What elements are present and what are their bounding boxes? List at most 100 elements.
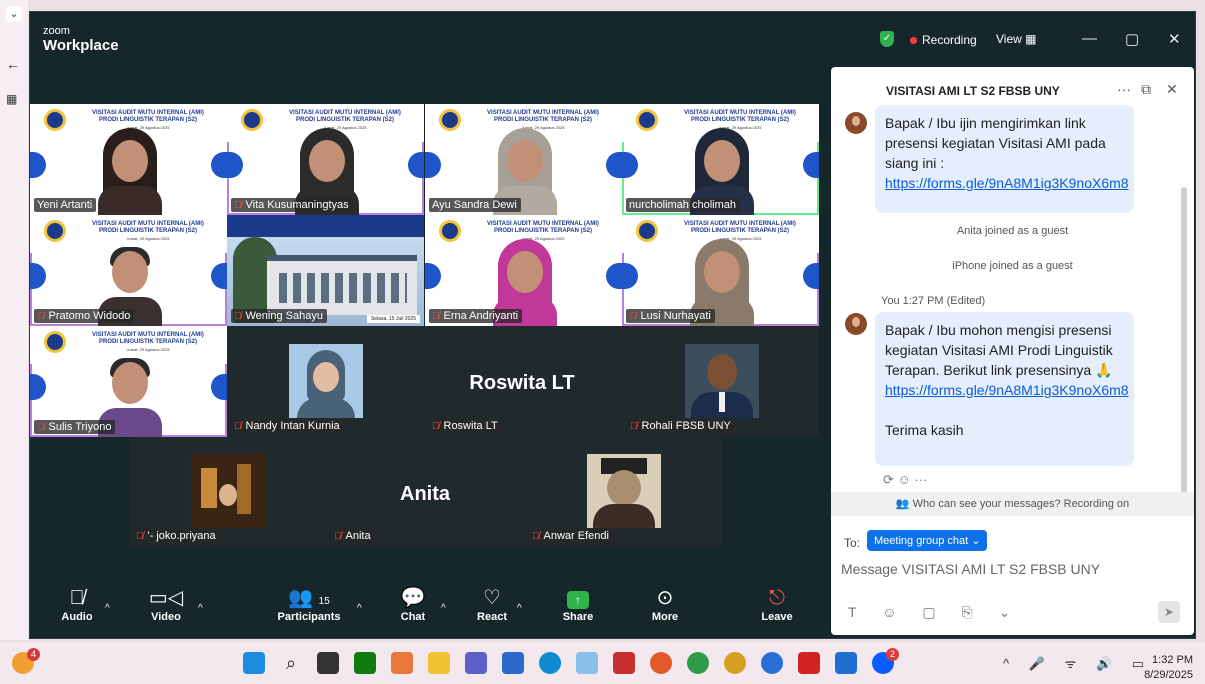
video-tile[interactable]: VISITASI AUDIT MUTU INTERNAL (AMI) PRODI … xyxy=(425,215,622,326)
chrome-icon[interactable] xyxy=(724,652,746,674)
banner-line2: PRODI LINGUISTIK TERAPAN (S2) xyxy=(494,117,592,123)
teams-icon[interactable] xyxy=(465,652,487,674)
chat-message[interactable]: Bapak / Ibu mohon mengisi presensi kegia… xyxy=(875,312,1134,466)
recording-indicator[interactable]: Recording xyxy=(910,33,977,47)
view-button[interactable]: View ▦ xyxy=(996,32,1036,46)
audio-caret-icon[interactable]: ^ xyxy=(105,603,110,614)
camera-icon: ▭◁ xyxy=(148,587,184,609)
react-caret-icon[interactable]: ^ xyxy=(517,603,522,614)
participants-button[interactable]: 👥 15 Participants xyxy=(273,585,345,623)
university-seal-icon xyxy=(636,220,658,242)
chrome-icon[interactable] xyxy=(687,652,709,674)
participants-caret-icon[interactable]: ^ xyxy=(357,603,362,614)
muted-mic-icon: 🎙̸ xyxy=(234,311,242,322)
xbox-icon[interactable] xyxy=(354,652,376,674)
to-label: To: xyxy=(844,536,861,550)
muted-mic-icon: 🎙̸ xyxy=(532,531,540,542)
muted-mic-icon: 🎙̸ xyxy=(37,311,45,322)
security-shield-icon[interactable]: ✓ xyxy=(880,31,894,47)
system-message: iPhone joined as a guest xyxy=(952,260,1073,272)
who-can-see-banner[interactable]: 👥 Who can see your messages? Recording o… xyxy=(831,492,1194,516)
slide-shape-left xyxy=(30,374,46,400)
slide-shape-right xyxy=(211,152,227,178)
file-explorer-icon[interactable] xyxy=(428,652,450,674)
banner-line2: PRODI LINGUISTIK TERAPAN (S2) xyxy=(99,117,197,123)
tab-dropdown-icon[interactable]: ⌄ xyxy=(6,6,22,22)
participant-name-label: 🎙̸ Anita xyxy=(331,529,375,543)
app-icon[interactable] xyxy=(613,652,635,674)
maximize-icon[interactable]: ▢ xyxy=(1125,30,1139,48)
video-tile[interactable]: VISITASI AUDIT MUTU INTERNAL (AMI) PRODI … xyxy=(227,104,424,215)
system-tray[interactable]: ^ 🎤 ᯤ 🔊 ▭ xyxy=(1003,654,1152,672)
close-window-icon[interactable]: ✕ xyxy=(1168,30,1181,48)
message-input[interactable]: Message VISITASI AMI LT S2 FBSB UNY xyxy=(841,561,1100,577)
participant-video xyxy=(98,128,162,215)
slide-shape-right xyxy=(408,152,424,178)
pop-out-icon[interactable]: ⧉ xyxy=(1141,81,1151,98)
edge-icon[interactable] xyxy=(539,652,561,674)
store-icon[interactable] xyxy=(502,652,524,674)
video-caret-icon[interactable]: ^ xyxy=(198,603,203,614)
video-tile[interactable]: VISITASI AUDIT MUTU INTERNAL (AMI) PRODI … xyxy=(622,215,819,326)
title-bar: zoom Workplace ✓ Recording View ▦ — ▢ ✕ xyxy=(30,12,1195,62)
participant-name-label: 🎙̸ Roswita LT xyxy=(429,419,502,433)
leave-door-icon: ⎋ xyxy=(769,587,785,609)
grid-view-icon: ▦ xyxy=(1025,32,1037,46)
chat-title: VISITASI AMI LT S2 FBSB UNY xyxy=(886,84,1060,98)
recipient-dropdown[interactable]: Meeting group chat ⌄ xyxy=(867,530,988,551)
chat-button[interactable]: 💬 Chat xyxy=(376,585,450,623)
slide-shape-right xyxy=(803,263,819,289)
start-icon[interactable] xyxy=(243,652,265,674)
message-text: Bapak / Ibu ijin mengirimkan link presen… xyxy=(885,115,1106,171)
apps-grid-icon[interactable]: ▦ xyxy=(6,92,17,106)
banner-line2: PRODI LINGUISTIK TERAPAN (S2) xyxy=(99,228,197,234)
acrobat-icon[interactable] xyxy=(798,652,820,674)
video-tile[interactable]: VISITASI AUDIT MUTU INTERNAL (AMI) PRODI … xyxy=(622,104,819,215)
presence-link[interactable]: https://forms.gle/9nA8M1ig3K9noX6m8 xyxy=(885,175,1129,191)
banner-line1: VISITASI AUDIT MUTU INTERNAL (AMI) xyxy=(92,110,204,116)
banner-line1: VISITASI AUDIT MUTU INTERNAL (AMI) xyxy=(684,221,796,227)
participant-name-label: 🎙̸ Pratomo Widodo xyxy=(34,309,135,323)
chat-scrollbar[interactable] xyxy=(1181,187,1187,497)
slide-shape-left xyxy=(622,152,638,178)
message-actions[interactable]: ⟳ ☺ ··· xyxy=(883,472,927,488)
video-tile-wening[interactable]: Selasa, 15 Juli 2025 🎙̸ Wening Sahayu xyxy=(227,215,424,326)
task-view-icon[interactable] xyxy=(317,652,339,674)
audio-button[interactable]: 🎙̸ Audio xyxy=(40,585,114,623)
copilot-icon[interactable] xyxy=(391,652,413,674)
more-button[interactable]: ⊙ More xyxy=(628,585,702,623)
close-chat-icon[interactable]: ✕ xyxy=(1166,81,1178,98)
rohali-avatar xyxy=(685,344,759,418)
chrome-icon[interactable] xyxy=(761,652,783,674)
photos-icon[interactable] xyxy=(835,652,857,674)
university-seal-icon xyxy=(636,109,658,131)
compose-toolbar[interactable]: T ☺ ▢ ⎘ ⌄ xyxy=(848,604,1021,621)
sender-avatar xyxy=(845,112,867,134)
clock[interactable]: 1:32 PM 8/29/2025 xyxy=(1144,653,1193,683)
leave-button[interactable]: ⎋ Leave xyxy=(740,585,814,623)
video-tile[interactable]: VISITASI AUDIT MUTU INTERNAL (AMI) PRODI … xyxy=(425,104,622,215)
back-arrow-icon[interactable]: ← xyxy=(6,56,20,72)
participant-name-label: 🎙̸ Rohali FBSB UNY xyxy=(627,419,735,433)
more-options-icon[interactable]: ··· xyxy=(1117,81,1131,97)
university-seal-icon xyxy=(44,331,66,353)
record-dot-icon xyxy=(910,37,917,45)
muted-mic-icon: 🎙̸ xyxy=(334,531,342,542)
share-button[interactable]: ↑ Share xyxy=(541,585,615,623)
minimize-icon[interactable]: — xyxy=(1082,30,1097,47)
view-label: View xyxy=(996,32,1022,46)
app-icon[interactable] xyxy=(576,652,598,674)
presence-link[interactable]: https://forms.gle/9nA8M1ig3K9noX6m8 xyxy=(885,382,1129,398)
video-button[interactable]: ▭◁ Video xyxy=(129,585,203,623)
chat-caret-icon[interactable]: ^ xyxy=(441,603,446,614)
search-icon[interactable]: ⌕ xyxy=(280,652,302,674)
roswita-center-name: Roswita LT xyxy=(469,372,575,394)
video-tile[interactable]: VISITASI AUDIT MUTU INTERNAL (AMI) PRODI … xyxy=(30,104,227,215)
windows-taskbar: 4 ⌕ 2 ^ 🎤 ᯤ 🔊 ▭ 1:32 PM 8/29/2025 xyxy=(0,642,1205,684)
slide-shape-left xyxy=(227,152,243,178)
send-icon[interactable]: ➤ xyxy=(1158,601,1180,623)
video-tile[interactable]: VISITASI AUDIT MUTU INTERNAL (AMI) PRODI … xyxy=(30,326,227,437)
video-tile[interactable]: VISITASI AUDIT MUTU INTERNAL (AMI) PRODI … xyxy=(30,215,227,326)
chrome-icon[interactable] xyxy=(650,652,672,674)
muted-mic-icon: 🎙̸ xyxy=(432,311,440,322)
